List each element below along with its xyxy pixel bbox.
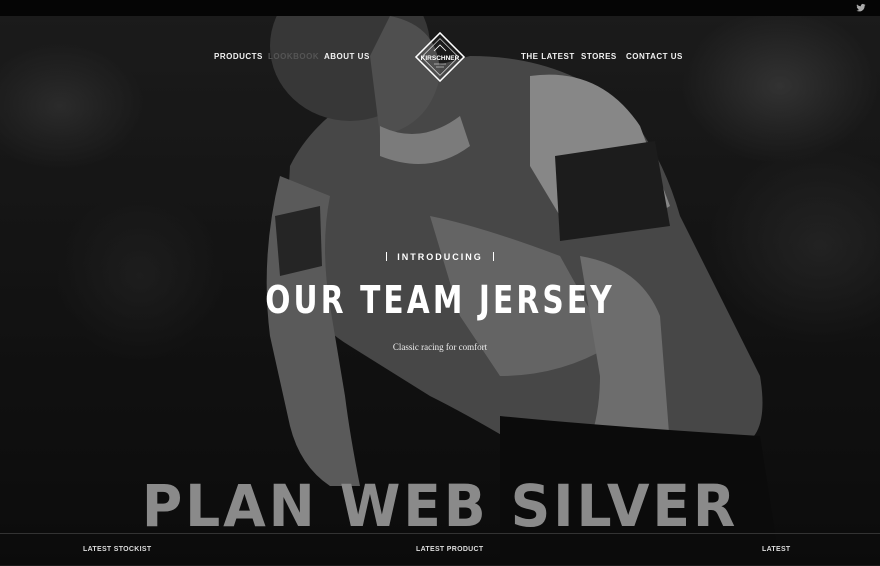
latest-link[interactable]: LATEST [762, 546, 791, 553]
brand-logo[interactable]: KIRSCHNER [414, 31, 466, 83]
nav-the-latest[interactable]: THE LATEST [521, 52, 575, 61]
hero-kicker: INTRODUCING [0, 252, 880, 262]
nav-contact-us[interactable]: CONTACT US [626, 52, 683, 61]
hero-tagline: Classic racing for comfort [392, 342, 488, 352]
nav-stores[interactable]: STORES [581, 52, 617, 61]
divider [492, 252, 494, 261]
divider [386, 252, 388, 261]
nav-about-us[interactable]: ABOUT US [324, 52, 370, 61]
nav-products[interactable]: PRODUCTS [214, 52, 263, 61]
kicker-text: INTRODUCING [397, 252, 483, 262]
twitter-icon[interactable] [856, 3, 866, 13]
watermark-text: PLAN WEB SILVER [141, 472, 739, 540]
top-bar [0, 0, 880, 16]
latest-product-link[interactable]: LATEST PRODUCT [416, 546, 483, 553]
nav-lookbook[interactable]: LOOKBOOK [268, 52, 319, 61]
hero-title: OUR TEAM JERSEY [265, 278, 615, 322]
logo-text: KIRSCHNER [421, 55, 460, 62]
latest-stockist-link[interactable]: LATEST STOCKIST [83, 546, 151, 553]
diamond-logo-icon: KIRSCHNER [414, 31, 466, 83]
